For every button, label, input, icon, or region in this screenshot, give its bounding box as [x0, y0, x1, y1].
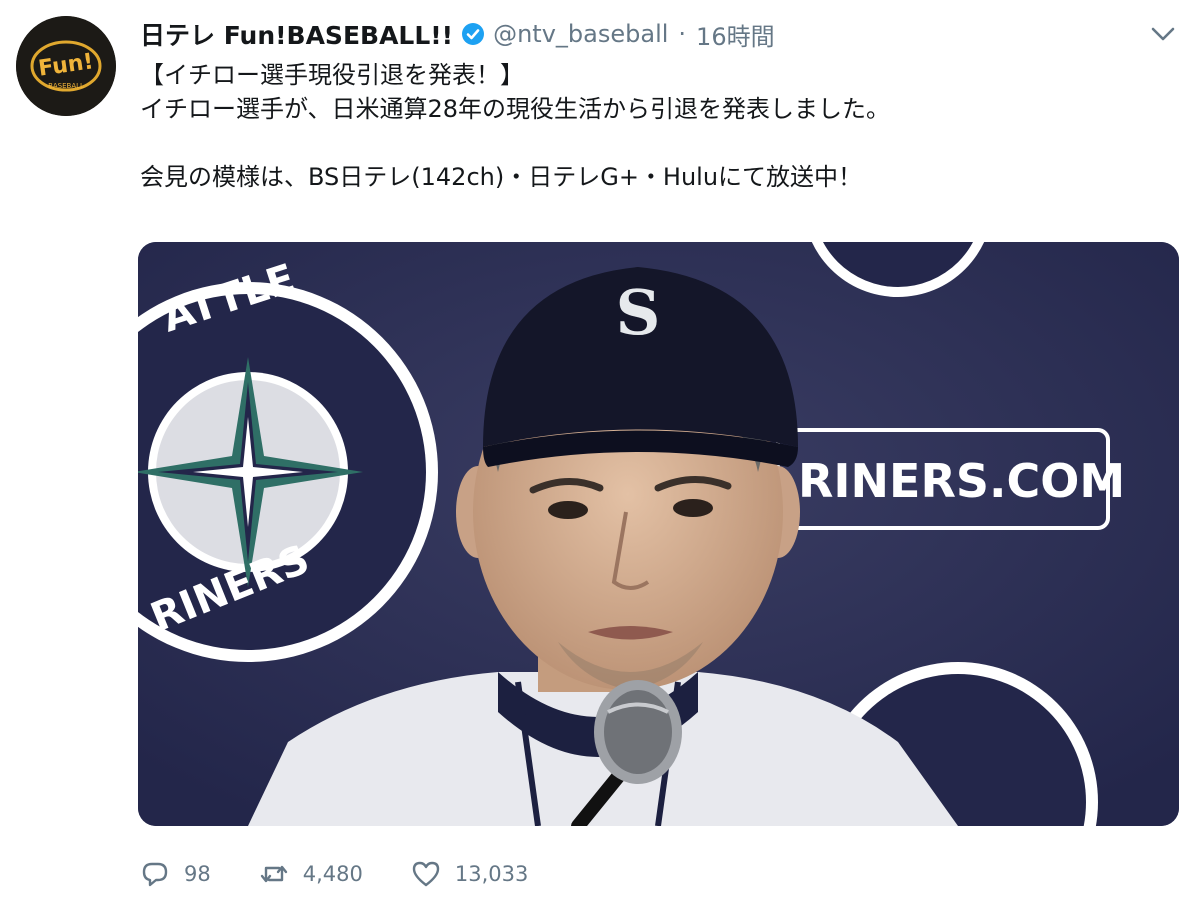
retweet-icon [260, 865, 287, 883]
tweet-header: 日テレ Fun!BASEBALL!! @ntv_baseball · 16時間 [140, 14, 775, 54]
retweet-button[interactable]: 4,480 [259, 859, 363, 889]
avatar-logo-subtext: BASEBALL [48, 82, 84, 90]
heart-icon [412, 861, 440, 887]
cap-logo: S [616, 276, 661, 349]
chevron-down-icon[interactable] [1148, 22, 1178, 46]
separator-dot: · [678, 20, 687, 48]
verified-badge-icon [461, 22, 485, 46]
tweet-line-headline: 【イチロー選手現役引退を発表！】 [140, 61, 524, 89]
tweet-line-broadcast: 会見の模様は、BS日テレ(142ch)・日テレG+・Huluにて放送中！ [140, 163, 863, 191]
like-button[interactable]: 13,033 [411, 859, 528, 889]
reply-icon [142, 862, 168, 887]
tweet-media-photo[interactable]: ATTLE RINERS RINERS.COM S [138, 242, 1179, 826]
backdrop-url-text: RINERS.COM [798, 454, 1125, 508]
fun-baseball-logo: Fun! BASEBALL [16, 16, 116, 116]
reply-count: 98 [184, 862, 211, 886]
avatar[interactable]: Fun! BASEBALL [16, 16, 116, 116]
tweet-line-announcement: イチロー選手が、日米通算28年の現役生活から引退を発表しました。 [140, 95, 891, 123]
timestamp[interactable]: 16時間 [696, 17, 775, 52]
handle[interactable]: @ntv_baseball [493, 20, 668, 48]
tweet-text: 【イチロー選手現役引退を発表！】 イチロー選手が、日米通算28年の現役生活から引… [140, 58, 1180, 194]
display-name[interactable]: 日テレ Fun!BASEBALL!! [140, 16, 453, 52]
tweet-card: Fun! BASEBALL 日テレ Fun!BASEBALL!! @ntv_ba… [0, 0, 1200, 900]
retweet-count: 4,480 [302, 862, 363, 886]
reply-button[interactable]: 98 [140, 859, 211, 889]
tweet-actions: 98 4,480 13,033 [140, 852, 576, 896]
press-conference-photo: ATTLE RINERS RINERS.COM S [138, 242, 1179, 826]
like-count: 13,033 [454, 862, 529, 886]
